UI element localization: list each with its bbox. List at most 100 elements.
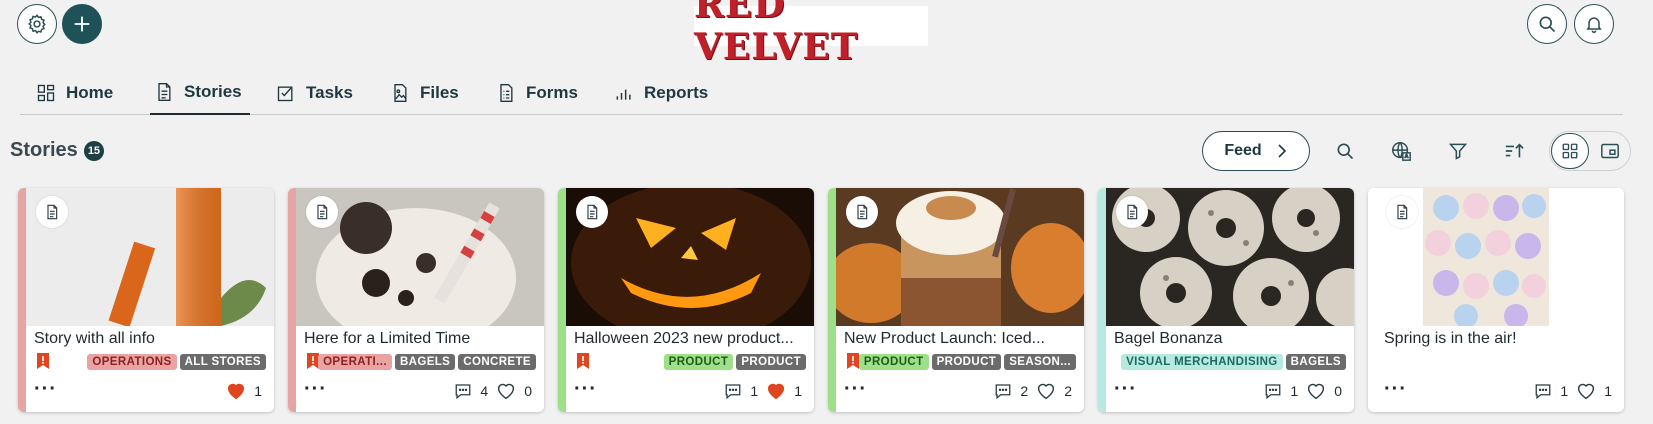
heart-filled-icon (768, 383, 785, 400)
card-category-stripe (828, 188, 836, 412)
story-tag[interactable]: BAGELS (394, 354, 456, 370)
story-card[interactable]: New Product Launch: Iced... PRODUCT PRODUC… (828, 188, 1084, 412)
search-icon (1337, 143, 1354, 160)
brand-name: RED VELVET (694, 0, 859, 68)
like-button[interactable]: 2 (1036, 382, 1072, 400)
comment-icon (1536, 384, 1551, 400)
grid-icon (37, 84, 55, 101)
story-tag[interactable]: BAGELS (1285, 354, 1346, 370)
document-icon (317, 204, 328, 220)
filter-button[interactable] (1445, 138, 1471, 164)
tab-tasks[interactable]: Tasks (276, 70, 353, 115)
story-title[interactable]: Spring is in the air! (1384, 330, 1614, 348)
story-title[interactable]: Halloween 2023 new product... (574, 330, 804, 348)
comments-button[interactable]: 1 (724, 382, 758, 400)
more-options-button[interactable]: ··· (34, 378, 57, 401)
image-file-icon (394, 83, 407, 102)
like-button[interactable]: 0 (496, 382, 532, 400)
comment-count: 4 (480, 383, 489, 399)
like-button[interactable]: 0 (1306, 382, 1342, 400)
feed-button-label: Feed (1224, 142, 1262, 159)
feed-button[interactable]: Feed (1202, 131, 1310, 171)
story-title[interactable]: Bagel Bonanza (1114, 330, 1344, 348)
more-options-button[interactable]: ··· (844, 378, 867, 401)
tab-home[interactable]: Home (36, 70, 113, 115)
priority-bookmark-icon (847, 353, 859, 369)
story-tag[interactable]: PRODUCT (736, 354, 806, 370)
grid-view-button[interactable] (1551, 133, 1589, 169)
story-card[interactable]: Here for a Limited Time OPERATI... BAGELS C… (288, 188, 544, 412)
story-tag[interactable]: PRODUCT (663, 354, 734, 370)
like-button[interactable]: 1 (766, 382, 802, 400)
story-title[interactable]: Here for a Limited Time (304, 330, 534, 348)
story-tag[interactable]: CONCRETE (458, 354, 536, 370)
bar-chart-icon (616, 89, 631, 100)
tab-reports[interactable]: Reports (614, 70, 708, 115)
search-button[interactable] (1527, 4, 1567, 44)
story-tag[interactable]: VISUAL MERCHANDISING (1121, 354, 1283, 370)
card-view-button[interactable] (1591, 133, 1629, 169)
tab-stories-label: Stories (184, 81, 242, 101)
story-title[interactable]: Story with all info (34, 330, 264, 348)
globe-translate-icon (1392, 142, 1411, 161)
card-category-stripe (558, 188, 566, 412)
comments-button[interactable]: 4 (454, 382, 488, 400)
priority-bookmark-icon (37, 353, 49, 369)
comments-button[interactable]: 1 (1534, 382, 1568, 400)
document-icon (1127, 204, 1138, 220)
add-button[interactable] (62, 4, 102, 44)
heart-icon (1038, 383, 1055, 400)
story-tag[interactable]: PRODUCT (858, 354, 929, 370)
more-options-button[interactable]: ··· (1384, 378, 1407, 401)
heart-icon (1578, 383, 1595, 400)
story-stats: 11 (724, 382, 802, 400)
more-options-button[interactable]: ··· (304, 378, 327, 401)
comment-icon (1266, 384, 1281, 400)
story-stats: 40 (454, 382, 532, 400)
comment-count: 2 (1020, 383, 1029, 399)
comments-button[interactable]: 2 (994, 382, 1028, 400)
comment-icon (996, 384, 1011, 400)
story-tag[interactable]: PRODUCT (931, 354, 1002, 370)
story-tag[interactable]: OPERATIONS (87, 354, 177, 370)
card-category-stripe (288, 188, 296, 412)
story-card[interactable]: Spring is in the air! ··· 1 1 (1368, 188, 1624, 412)
like-button[interactable]: 1 (226, 382, 262, 400)
tab-files[interactable]: Files (390, 70, 459, 115)
more-options-button[interactable]: ··· (1114, 378, 1137, 401)
story-tag[interactable]: OPERATI... (318, 354, 392, 370)
story-stats: 10 (1264, 382, 1342, 400)
tab-tasks-label: Tasks (306, 82, 353, 102)
notifications-button[interactable] (1574, 4, 1614, 44)
more-options-button[interactable]: ··· (574, 378, 597, 401)
tab-stories[interactable]: Stories (150, 70, 250, 115)
sort-button[interactable] (1501, 138, 1527, 164)
tab-forms[interactable]: Forms (496, 70, 578, 115)
like-button[interactable]: 1 (1576, 382, 1612, 400)
view-toggle (1549, 131, 1631, 171)
page-title: Stories (10, 139, 78, 161)
story-tag[interactable]: ALL STORES (179, 354, 266, 370)
story-tags: OPERATI... BAGELS CONCRETE (318, 354, 536, 370)
comments-button[interactable]: 1 (1264, 382, 1298, 400)
story-stats: 11 (1534, 382, 1612, 400)
heart-icon (1308, 383, 1325, 400)
story-title[interactable]: New Product Launch: Iced... (844, 330, 1074, 348)
settings-button[interactable] (17, 4, 57, 44)
like-count: 0 (1334, 383, 1342, 399)
language-button[interactable] (1388, 138, 1414, 164)
checklist-icon (277, 86, 293, 101)
search-icon (1539, 16, 1556, 33)
stories-count-badge: 15 (83, 140, 105, 161)
priority-bookmark (36, 352, 50, 375)
document-icon (857, 204, 868, 220)
story-card[interactable]: Bagel Bonanza VISUAL MERCHANDISING BAGELS ·… (1098, 188, 1354, 412)
search-stories-button[interactable] (1332, 138, 1358, 164)
grid-icon (1562, 143, 1578, 159)
comment-count: 1 (1560, 383, 1569, 399)
story-tags: VISUAL MERCHANDISING BAGELS (1121, 354, 1346, 370)
story-card[interactable]: Story with all info OPERATIONS ALL STORES ·… (18, 188, 274, 412)
story-card[interactable]: Halloween 2023 new product... PRODUCT PROD… (558, 188, 814, 412)
story-tags: OPERATIONS ALL STORES (87, 354, 266, 370)
story-tag[interactable]: SEASON... (1004, 354, 1076, 370)
